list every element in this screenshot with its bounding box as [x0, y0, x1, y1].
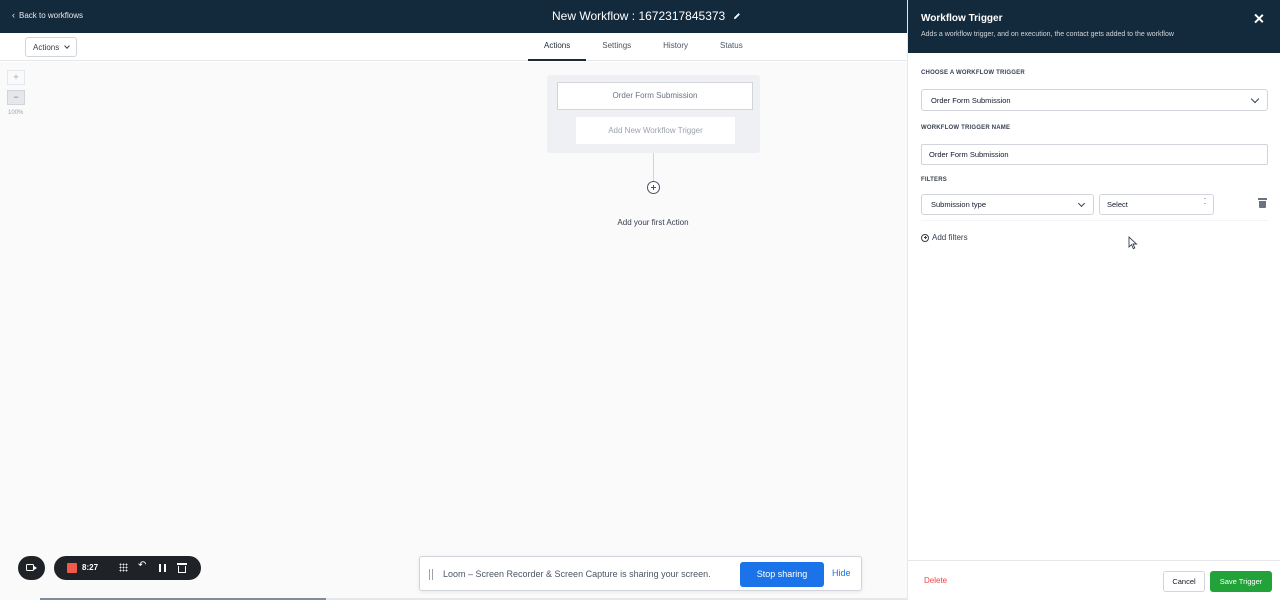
- actions-button-label: Actions: [33, 42, 60, 52]
- workflow-title-text: New Workflow : 1672317845373: [552, 9, 726, 23]
- panel-footer: Delete Cancel Save Trigger: [908, 560, 1280, 600]
- trigger-name-label: WORKFLOW TRIGGER NAME: [921, 125, 1011, 131]
- trigger-container: Order Form Submission Add New Workflow T…: [547, 75, 760, 153]
- filter-value-text: Select: [1107, 200, 1128, 209]
- recording-controls: 8:27 ↶: [54, 556, 201, 580]
- filter-field-value: Submission type: [931, 200, 987, 209]
- undo-icon[interactable]: ↶: [138, 560, 146, 571]
- chevron-down-icon: [64, 43, 71, 49]
- grid-icon[interactable]: [119, 563, 128, 572]
- zoom-in-button[interactable]: +: [7, 70, 25, 85]
- cancel-button[interactable]: Cancel: [1163, 571, 1205, 592]
- filter-value-select[interactable]: Select ˆˇ: [1099, 194, 1214, 215]
- tab-actions[interactable]: Actions: [528, 33, 587, 61]
- trash-icon[interactable]: [1258, 198, 1267, 208]
- delete-button[interactable]: Delete: [924, 576, 947, 585]
- tab-settings[interactable]: Settings: [586, 33, 647, 61]
- updown-icon: ˆˇ: [1204, 198, 1206, 210]
- stop-sharing-button[interactable]: Stop sharing: [740, 562, 824, 587]
- workflow-trigger-panel: Workflow Trigger Adds a workflow trigger…: [907, 0, 1280, 600]
- close-icon[interactable]: [1252, 12, 1266, 26]
- filters-label: FILTERS: [921, 177, 947, 183]
- back-to-workflows-link[interactable]: ‹ Back to workflows: [12, 10, 83, 20]
- add-filters-label: Add filters: [932, 233, 968, 242]
- chevron-down-icon: [1077, 199, 1086, 207]
- add-new-trigger-button[interactable]: Add New Workflow Trigger: [576, 117, 735, 144]
- tab-history[interactable]: History: [647, 33, 704, 61]
- top-bar: ‹ Back to workflows New Workflow : 16723…: [0, 0, 907, 33]
- zoom-out-button[interactable]: −: [7, 90, 25, 105]
- choose-trigger-label: CHOOSE A WORKFLOW TRIGGER: [921, 70, 1025, 76]
- add-filters-button[interactable]: Add filters: [921, 233, 968, 242]
- chevron-down-icon: [1250, 94, 1260, 103]
- actions-dropdown-button[interactable]: Actions: [25, 37, 78, 57]
- add-first-action-label[interactable]: Add your first Action: [608, 216, 698, 229]
- add-action-plus-icon[interactable]: [647, 181, 660, 194]
- zoom-level: 100%: [8, 110, 24, 116]
- sharing-message: Loom – Screen Recorder & Screen Capture …: [443, 569, 711, 579]
- screen-sharing-bar: Loom – Screen Recorder & Screen Capture …: [419, 556, 862, 591]
- panel-header: Workflow Trigger Adds a workflow trigger…: [908, 0, 1280, 53]
- trash-icon[interactable]: [177, 563, 187, 573]
- workflow-tabs: Actions Settings History Status: [528, 33, 759, 61]
- camera-toggle-button[interactable]: [18, 556, 45, 580]
- trigger-type-select[interactable]: Order Form Submission: [921, 89, 1268, 111]
- connector-line: [653, 153, 654, 181]
- plus-circle-icon: [921, 233, 929, 242]
- pause-icon[interactable]: [159, 564, 166, 572]
- pencil-icon[interactable]: [733, 12, 741, 20]
- camera-icon: [26, 564, 37, 571]
- cursor-icon: [1128, 236, 1138, 250]
- stop-recording-icon[interactable]: [67, 563, 77, 573]
- panel-description: Adds a workflow trigger, and on executio…: [921, 31, 1174, 38]
- filter-divider: [921, 220, 1268, 221]
- trigger-name-input[interactable]: [921, 144, 1268, 165]
- save-trigger-button[interactable]: Save Trigger: [1210, 571, 1272, 592]
- trigger-card[interactable]: Order Form Submission: [557, 82, 753, 110]
- trigger-type-value: Order Form Submission: [931, 95, 1011, 105]
- workflow-title: New Workflow : 1672317845373: [552, 9, 741, 23]
- drag-handle-icon[interactable]: [429, 569, 433, 580]
- back-link-label: Back to workflows: [19, 10, 84, 20]
- recording-timer: 8:27: [82, 563, 99, 572]
- hide-button[interactable]: Hide: [832, 568, 851, 578]
- workflow-canvas[interactable]: + − 100% Order Form Submission Add New W…: [0, 62, 907, 600]
- sub-toolbar: Actions Actions Settings History Status: [0, 33, 907, 61]
- filter-field-select[interactable]: Submission type: [921, 194, 1094, 215]
- tab-status[interactable]: Status: [704, 33, 759, 61]
- chevron-left-icon: ‹: [12, 10, 15, 20]
- panel-title: Workflow Trigger: [921, 13, 1003, 24]
